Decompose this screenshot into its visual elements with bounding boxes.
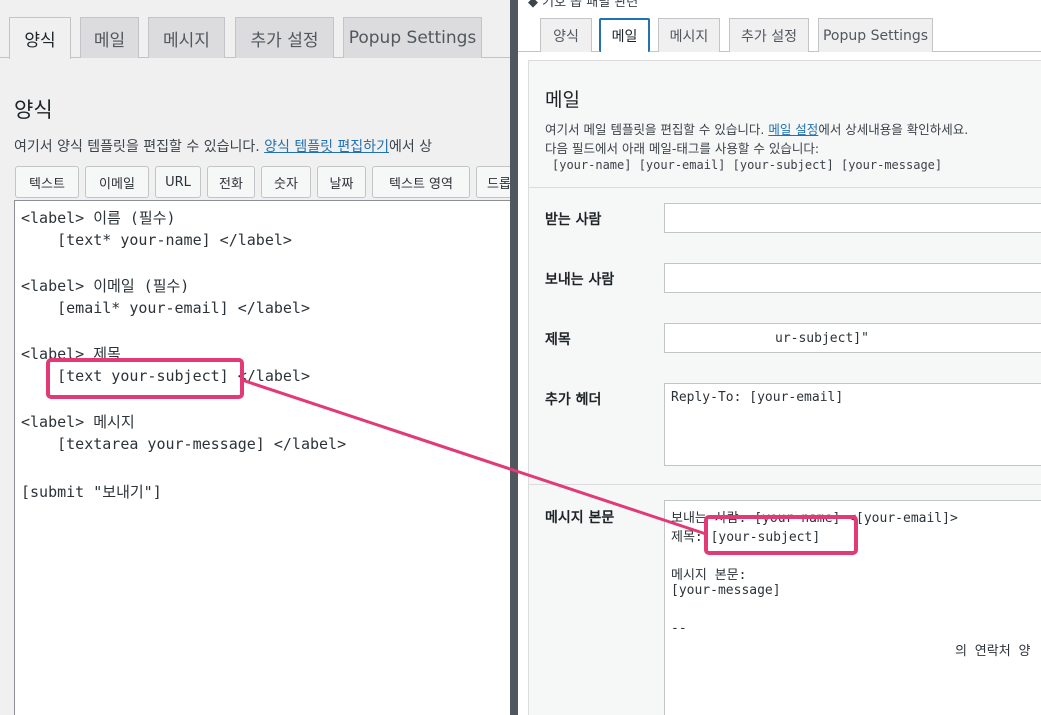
mail-description-line1: 여기서 메일 템플릿을 편집할 수 있습니다. 메일 설정에서 상세내용을 확인… [545, 119, 968, 138]
tag-button-dropdown[interactable]: 드롭 [476, 166, 510, 198]
form-template-edit-link[interactable]: 양식 템플릿 편집하기 [264, 139, 389, 155]
code-line: <label> 이름 (필수) [21, 209, 176, 227]
left-tab-popup-settings[interactable]: Popup Settings [343, 17, 482, 58]
from-label: 보내는 사람 [545, 272, 615, 288]
subject-input[interactable]: ur-subject]" [664, 323, 1041, 353]
to-input[interactable] [664, 203, 1041, 233]
right-tab-mail[interactable]: 메일 [599, 18, 650, 52]
code-line: <label> 메시지 [21, 413, 135, 431]
divider-line [528, 187, 1041, 188]
mail-description-trailing: 에서 상세내용을 확인하세요. [818, 122, 969, 137]
mail-description-line2: 다음 필드에서 아래 메일-태그를 사용할 수 있습니다: [545, 141, 820, 156]
form-description-text: 여기서 양식 템플릿을 편집할 수 있습니다. [14, 139, 265, 155]
right-tab-form[interactable]: 양식 [540, 18, 592, 52]
mail-tags-list: [your-name] [your-email] [your-subject] … [552, 158, 943, 172]
mail-settings-link[interactable]: 메일 설정 [768, 122, 818, 137]
code-line: [text* your-name] </label> [21, 231, 292, 249]
panel-divider [510, 0, 518, 715]
tag-button-tel[interactable]: 전화 [207, 166, 255, 198]
from-input[interactable] [664, 263, 1041, 293]
code-line: [textarea your-message] </label> [21, 435, 347, 453]
highlight-box-mail-subject [704, 515, 858, 555]
code-line: [email* your-email] </label> [21, 299, 310, 317]
message-body-label: 메시지 본문 [545, 510, 615, 526]
highlight-box-form-subject [46, 358, 244, 399]
form-section-title: 양식 [14, 98, 53, 122]
right-tab-bar: 양식 메일 메시지 추가 설정 Popup Settings [518, 0, 1041, 52]
subject-value: ur-subject]" [775, 331, 869, 346]
tag-button-url[interactable]: URL [155, 166, 201, 198]
body-line: [your-message] [671, 583, 781, 598]
body-line: 메시지 본문: [671, 568, 747, 583]
code-line: <label> 이메일 (필수) [21, 277, 190, 295]
mail-editor-panel: ◆ 기호 옵 패널 관련 양식 메일 메시지 추가 설정 Popup Setti… [518, 0, 1041, 715]
to-label: 받는 사람 [545, 212, 602, 228]
tag-button-textarea[interactable]: 텍스트 영역 [372, 166, 470, 198]
left-tab-form[interactable]: 양식 [9, 17, 71, 59]
left-tab-mail[interactable]: 메일 [80, 17, 139, 58]
body-line: -- [671, 621, 687, 636]
tag-button-date[interactable]: 날짜 [317, 166, 366, 198]
code-line: [submit "보내기"] [21, 483, 162, 501]
left-tab-messages[interactable]: 메시지 [148, 17, 225, 58]
right-tab-popup-settings[interactable]: Popup Settings [818, 18, 933, 52]
mail-section-title: 메일 [545, 89, 580, 111]
left-tab-bar: 양식 메일 메시지 추가 설정 Popup Settings [0, 0, 510, 59]
mail-description-text: 여기서 메일 템플릿을 편집할 수 있습니다. [545, 122, 769, 137]
right-tab-messages[interactable]: 메시지 [658, 18, 720, 52]
body-line: 의 연락처 양 [955, 644, 1031, 659]
form-description-trailing: 에서 상 [388, 139, 433, 155]
additional-headers-label: 추가 헤더 [545, 392, 602, 408]
tag-button-text[interactable]: 텍스트 [15, 166, 79, 198]
right-tab-additional-settings[interactable]: 추가 설정 [729, 18, 809, 52]
additional-headers-textarea[interactable]: Reply-To: [your-email] [664, 383, 1041, 466]
tag-button-number[interactable]: 숫자 [261, 166, 311, 198]
form-description: 여기서 양식 템플릿을 편집할 수 있습니다. 양식 템플릿 편집하기에서 상 [14, 136, 432, 156]
tag-button-email[interactable]: 이메일 [85, 166, 149, 198]
subject-label: 제목 [545, 332, 571, 348]
divider-line [528, 484, 1041, 485]
form-template-textarea[interactable]: <label> 이름 (필수) [text* your-name] </labe… [14, 200, 510, 715]
additional-headers-value: Reply-To: [your-email] [671, 390, 844, 405]
left-tab-additional-settings[interactable]: 추가 설정 [235, 17, 334, 58]
